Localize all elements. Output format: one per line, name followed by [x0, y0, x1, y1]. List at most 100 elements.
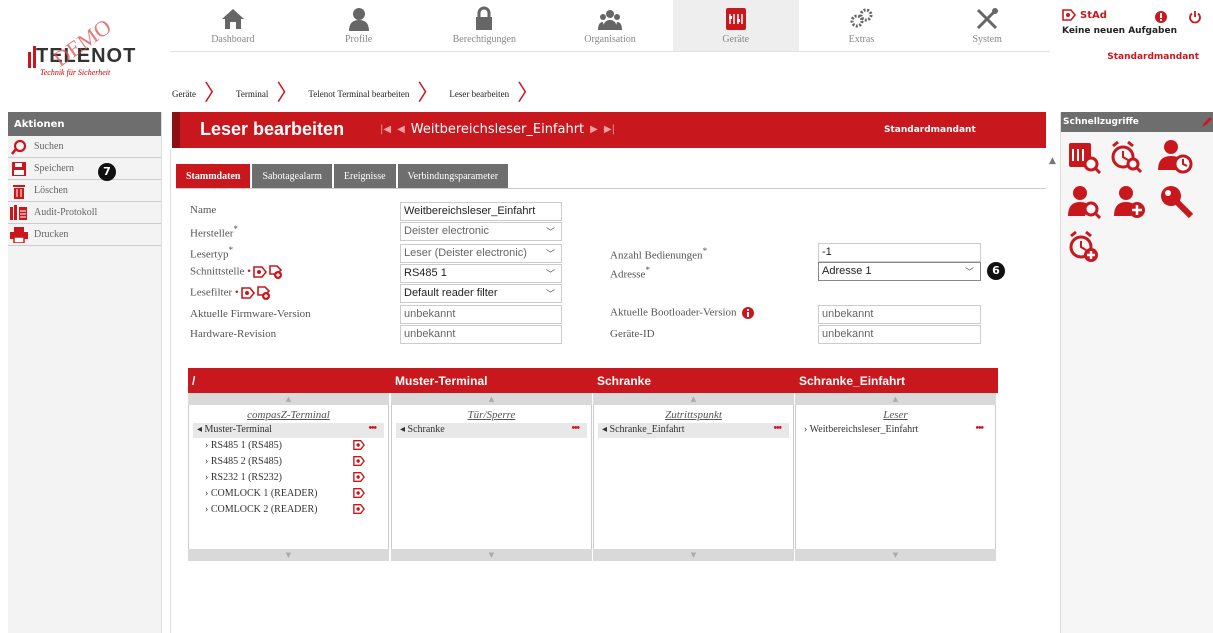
- tree-node[interactable]: › RS232 1 (RS232): [205, 470, 365, 486]
- nav-extras[interactable]: Extras: [799, 0, 925, 51]
- nav-geraete[interactable]: Geräte: [672, 0, 799, 51]
- alarm-clock-add-icon[interactable]: [1067, 230, 1101, 264]
- tenant-label[interactable]: Standardmandant: [1062, 52, 1213, 62]
- tab-underline: [176, 188, 1046, 189]
- lock-icon: [476, 6, 493, 30]
- prev-record-icon[interactable]: ◀: [397, 124, 405, 135]
- scroll-down-icon[interactable]: ▼: [391, 549, 592, 561]
- more-icon[interactable]: •••: [571, 423, 579, 434]
- hardware-label: Hardware-Revision: [190, 328, 277, 340]
- save-icon: [10, 161, 28, 177]
- tree-node[interactable]: › Weitbereichsleser_Einfahrt •••: [800, 423, 991, 438]
- tree-node[interactable]: › COMLOCK 1 (READER): [205, 486, 365, 502]
- hardware-field: unbekannt: [400, 325, 562, 344]
- breadcrumb-item[interactable]: Geräte: [172, 89, 196, 99]
- info-icon[interactable]: [741, 306, 755, 320]
- device-search-icon[interactable]: [1067, 140, 1101, 174]
- action-audit[interactable]: Audit-Protokoll: [8, 202, 161, 224]
- more-icon[interactable]: •••: [975, 423, 983, 434]
- hersteller-label: Hersteller*: [190, 224, 238, 240]
- breadcrumb-item[interactable]: Terminal: [236, 89, 268, 99]
- scroll-down-icon[interactable]: ▼: [795, 549, 996, 561]
- bedienungen-field[interactable]: -1: [818, 243, 981, 262]
- connector-icon[interactable]: [353, 439, 365, 451]
- scroll-down-icon[interactable]: ▼: [188, 549, 389, 561]
- tree-node[interactable]: › RS485 2 (RS485): [205, 454, 365, 470]
- tree-node[interactable]: › RS485 1 (RS485): [205, 438, 365, 454]
- tree-node[interactable]: ◂ Muster-Terminal •••: [193, 423, 384, 438]
- tree-node[interactable]: ◂ Schranke_Einfahrt •••: [598, 423, 789, 438]
- search-icon: [10, 139, 28, 155]
- next-record-icon[interactable]: ▶: [590, 124, 598, 135]
- hersteller-select[interactable]: Deister electronic ﹀: [400, 222, 562, 241]
- breadcrumb-item[interactable]: Leser bearbeiten: [449, 89, 509, 99]
- nav-organisation[interactable]: Organisation: [547, 0, 673, 51]
- alert-icon[interactable]: [1154, 10, 1168, 24]
- tab-ereignisse[interactable]: Ereignisse: [333, 164, 396, 188]
- chevron-right-icon: 〉: [417, 81, 440, 106]
- scroll-up-icon[interactable]: ▲: [391, 393, 592, 405]
- tree-node[interactable]: › COMLOCK 2 (READER): [205, 502, 365, 518]
- tree-column-type: Tür/Sperre: [467, 409, 516, 421]
- bedienungen-label: Anzahl Bedienungen*: [610, 246, 708, 262]
- firmware-label: Aktuelle Firmware-Version: [190, 308, 311, 320]
- person-add-icon[interactable]: [1113, 184, 1147, 220]
- nav-label: Profile: [344, 34, 373, 45]
- lesefilter-select[interactable]: Default reader filter ﹀: [400, 284, 562, 303]
- person-search-icon[interactable]: [1067, 184, 1101, 220]
- nav-dashboard[interactable]: Dashboard: [170, 0, 296, 51]
- tree-column-header: /: [192, 374, 196, 388]
- action-label: Drucken: [34, 229, 69, 240]
- action-save[interactable]: Speichern: [8, 158, 161, 180]
- action-delete[interactable]: Löschen: [8, 180, 161, 202]
- more-icon[interactable]: •••: [368, 423, 376, 434]
- lesertyp-select[interactable]: Leser (Deister electronic) ﹀: [400, 244, 562, 263]
- nav-berechtigungen[interactable]: Berechtigungen: [421, 0, 547, 51]
- power-icon[interactable]: [1188, 10, 1202, 24]
- tree-column-type: Leser: [883, 409, 908, 421]
- connector-icon[interactable]: [353, 503, 365, 515]
- header-accent: [172, 112, 180, 148]
- tab-verbindungsparameter[interactable]: Verbindungsparameter: [397, 164, 509, 188]
- pencil-icon[interactable]: [1201, 116, 1213, 128]
- alarm-clock-search-icon[interactable]: [1109, 140, 1143, 174]
- connector-icon[interactable]: [253, 266, 267, 278]
- last-record-icon[interactable]: ▶|: [604, 124, 615, 135]
- adresse-select[interactable]: Adresse 1 ﹀: [818, 262, 981, 281]
- connector-icon[interactable]: [240, 287, 255, 299]
- tab-sabotagealarm[interactable]: Sabotagealarm: [252, 164, 332, 188]
- tab-stammdaten[interactable]: Stammdaten: [176, 164, 251, 188]
- scroll-up-icon[interactable]: ▲: [1049, 156, 1056, 166]
- action-label: Löschen: [34, 185, 68, 196]
- nav-label: Geräte: [722, 34, 750, 45]
- schnittstelle-select[interactable]: RS485 1 ﹀: [400, 264, 562, 283]
- person-clock-icon[interactable]: [1157, 138, 1193, 174]
- add-connector-icon[interactable]: [269, 265, 283, 279]
- scroll-up-icon[interactable]: ▲: [795, 393, 996, 405]
- action-label: Suchen: [34, 141, 64, 152]
- connector-icon[interactable]: [353, 487, 365, 499]
- person-icon: [348, 8, 369, 31]
- name-field[interactable]: Weitbereichsleser_Einfahrt: [400, 202, 562, 221]
- tree-column: / ▲ compasZ-Terminal ◂ Muster-Terminal ••…: [188, 368, 389, 561]
- nav-system[interactable]: System: [924, 0, 1050, 51]
- user-switch-icon[interactable]: [1062, 9, 1076, 21]
- key-search-icon[interactable]: [1159, 184, 1195, 220]
- action-search[interactable]: Suchen: [8, 136, 161, 158]
- connector-icon[interactable]: [353, 471, 365, 483]
- connector-icon[interactable]: [353, 455, 365, 467]
- breadcrumb-item[interactable]: Telenot Terminal bearbeiten: [308, 89, 409, 99]
- add-connector-icon[interactable]: [256, 286, 271, 300]
- scroll-up-icon[interactable]: ▲: [188, 393, 389, 405]
- tree-node[interactable]: ◂ Schranke •••: [396, 423, 587, 438]
- scroll-up-icon[interactable]: ▲: [593, 393, 794, 405]
- user-name[interactable]: StAd: [1080, 10, 1107, 21]
- first-record-icon[interactable]: |◀: [380, 124, 391, 135]
- chevron-down-icon: ﹀: [964, 267, 974, 277]
- nav-label: Extras: [848, 34, 875, 45]
- print-icon: [10, 226, 28, 243]
- scroll-down-icon[interactable]: ▼: [593, 549, 794, 561]
- nav-profile[interactable]: Profile: [296, 0, 422, 51]
- action-print[interactable]: Drucken: [8, 224, 161, 246]
- more-icon[interactable]: •••: [773, 423, 781, 434]
